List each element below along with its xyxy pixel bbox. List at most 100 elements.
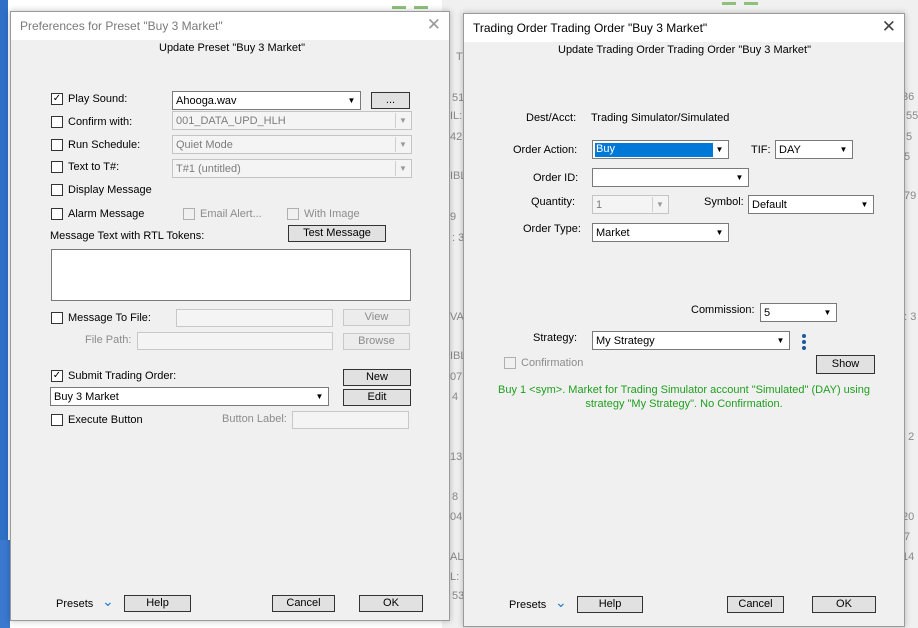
combo-value: 5 xyxy=(764,307,771,319)
help-button[interactable]: Help xyxy=(577,596,643,613)
view-button: View xyxy=(343,309,410,326)
presets-label[interactable]: Presets xyxy=(56,598,93,610)
ok-button[interactable]: OK xyxy=(812,596,876,613)
ghost-text: IL: xyxy=(450,110,463,122)
combo-value: My Strategy xyxy=(596,335,655,347)
display-message-checkbox[interactable] xyxy=(51,184,63,196)
chevron-down-icon[interactable]: ▼ xyxy=(773,333,788,348)
file-path-label: File Path: xyxy=(85,334,132,346)
ghost-text: 42 xyxy=(450,131,463,143)
chevron-down-icon[interactable]: ⌄ xyxy=(555,595,567,609)
file-path-field xyxy=(137,332,333,350)
confirmation-checkbox xyxy=(504,357,516,369)
text-to-t-combo: T#1 (untitled) ▼ xyxy=(172,159,412,178)
trading-order-combo[interactable]: Buy 3 Market ▼ xyxy=(50,387,329,406)
dialog-title: Preferences for Preset "Buy 3 Market" xyxy=(20,19,223,33)
button-label-label: Button Label: xyxy=(222,413,287,425)
message-to-file-label: Message To File: xyxy=(68,312,151,324)
chevron-down-icon[interactable]: ▼ xyxy=(712,225,727,240)
ghost-text: 79 xyxy=(904,190,917,202)
chevron-down-icon[interactable]: ▼ xyxy=(312,389,327,404)
order-type-label: Order Type: xyxy=(523,223,581,235)
message-to-file-checkbox[interactable] xyxy=(51,312,63,324)
ghost-text: 04 xyxy=(450,511,463,523)
new-order-button[interactable]: New xyxy=(343,369,411,386)
submit-trading-order-checkbox[interactable]: ✓ xyxy=(51,370,63,382)
confirmation-label: Confirmation xyxy=(521,357,584,369)
dest-acct-value: Trading Simulator/Simulated xyxy=(591,112,730,124)
combo-value: 1 xyxy=(596,199,603,211)
trading-order-dialog: Trading Order Trading Order "Buy 3 Marke… xyxy=(463,13,905,627)
title-bar[interactable]: Trading Order Trading Order "Buy 3 Marke… xyxy=(464,14,904,42)
button-label-field xyxy=(292,411,409,429)
message-text-label: Message Text with RTL Tokens: xyxy=(50,230,205,242)
cancel-button[interactable]: Cancel xyxy=(727,596,784,613)
run-schedule-checkbox[interactable] xyxy=(51,139,63,151)
dest-acct-label: Dest/Acct: xyxy=(526,112,577,124)
strategy-combo[interactable]: My Strategy ▼ xyxy=(592,331,790,350)
cancel-button[interactable]: Cancel xyxy=(272,595,335,612)
ok-button[interactable]: OK xyxy=(359,595,423,612)
chevron-down-icon[interactable]: ▼ xyxy=(712,142,727,157)
combo-value: DAY xyxy=(779,144,801,156)
desktop-background-bottom xyxy=(0,540,10,628)
chevron-down-icon[interactable]: ▼ xyxy=(344,93,359,108)
combo-value: 001_DATA_UPD_HLH xyxy=(176,115,286,127)
title-bar[interactable]: Preferences for Preset "Buy 3 Market" ✕ xyxy=(11,12,449,40)
ghost-toolbar-icon xyxy=(744,2,758,5)
more-options-icon[interactable] xyxy=(802,334,806,352)
play-sound-checkbox[interactable]: ✓ xyxy=(51,93,63,105)
browse-sound-button[interactable]: ... xyxy=(371,92,410,109)
ghost-text: 9 xyxy=(450,211,457,223)
confirm-with-label: Confirm with: xyxy=(68,116,133,128)
play-sound-label: Play Sound: xyxy=(68,93,128,105)
help-button[interactable]: Help xyxy=(124,595,191,612)
dialog-subtitle: Update Preset "Buy 3 Market" xyxy=(159,42,305,54)
confirm-with-combo: 001_DATA_UPD_HLH ▼ xyxy=(172,111,412,130)
commission-combo[interactable]: 5 ▼ xyxy=(760,303,837,322)
chevron-down-icon: ▼ xyxy=(652,197,667,212)
quantity-combo: 1 ▼ xyxy=(592,195,669,214)
execute-button-checkbox[interactable] xyxy=(51,414,63,426)
alarm-message-label: Alarm Message xyxy=(68,208,145,220)
ghost-text: 55 xyxy=(906,110,918,122)
order-summary: Buy 1 <sym>. Market for Trading Simulato… xyxy=(482,383,886,411)
browse-file-button: Browse xyxy=(343,333,410,350)
chevron-down-icon[interactable]: ▼ xyxy=(820,305,835,320)
edit-order-button[interactable]: Edit xyxy=(343,389,411,406)
text-to-t-checkbox[interactable] xyxy=(51,161,63,173)
close-icon[interactable]: ✕ xyxy=(882,18,896,36)
alarm-message-checkbox[interactable] xyxy=(51,208,63,220)
close-icon[interactable]: ✕ xyxy=(427,16,441,34)
tif-combo[interactable]: DAY ▼ xyxy=(775,140,853,159)
quantity-label: Quantity: xyxy=(531,196,576,208)
ghost-text: 5 xyxy=(906,131,913,143)
ghost-text: 8 xyxy=(452,491,459,503)
order-id-combo[interactable]: ▼ xyxy=(592,168,749,187)
with-image-checkbox xyxy=(287,208,299,220)
test-message-button[interactable]: Test Message xyxy=(288,225,386,242)
chevron-down-icon[interactable]: ▼ xyxy=(732,170,747,185)
text-to-t-label: Text to T#: xyxy=(68,161,120,173)
combo-value: Buy 3 Market xyxy=(54,391,119,403)
sound-file-combo[interactable]: Ahooga.wav ▼ xyxy=(172,91,361,110)
chevron-down-icon[interactable]: ⌄ xyxy=(102,594,114,608)
dialog-subtitle: Update Trading Order Trading Order "Buy … xyxy=(558,44,811,56)
preferences-dialog: Preferences for Preset "Buy 3 Market" ✕ … xyxy=(10,11,450,621)
order-summary-line: Buy 1 <sym>. Market for Trading Simulato… xyxy=(498,384,870,396)
show-button[interactable]: Show xyxy=(816,355,875,374)
order-type-combo[interactable]: Market ▼ xyxy=(592,223,729,242)
strategy-label: Strategy: xyxy=(533,332,578,344)
order-action-combo[interactable]: Buy ▼ xyxy=(592,140,729,159)
submit-trading-order-label: Submit Trading Order: xyxy=(68,370,177,382)
execute-button-label: Execute Button xyxy=(68,414,143,426)
confirm-with-checkbox[interactable] xyxy=(51,116,63,128)
symbol-combo[interactable]: Default ▼ xyxy=(748,195,874,214)
ghost-toolbar-icon xyxy=(722,2,736,5)
message-text-area[interactable] xyxy=(51,249,411,301)
commission-label: Commission: xyxy=(691,304,755,316)
chevron-down-icon[interactable]: ▼ xyxy=(836,142,851,157)
presets-label[interactable]: Presets xyxy=(509,599,546,611)
chevron-down-icon[interactable]: ▼ xyxy=(857,197,872,212)
ghost-text: 4 xyxy=(452,391,459,403)
